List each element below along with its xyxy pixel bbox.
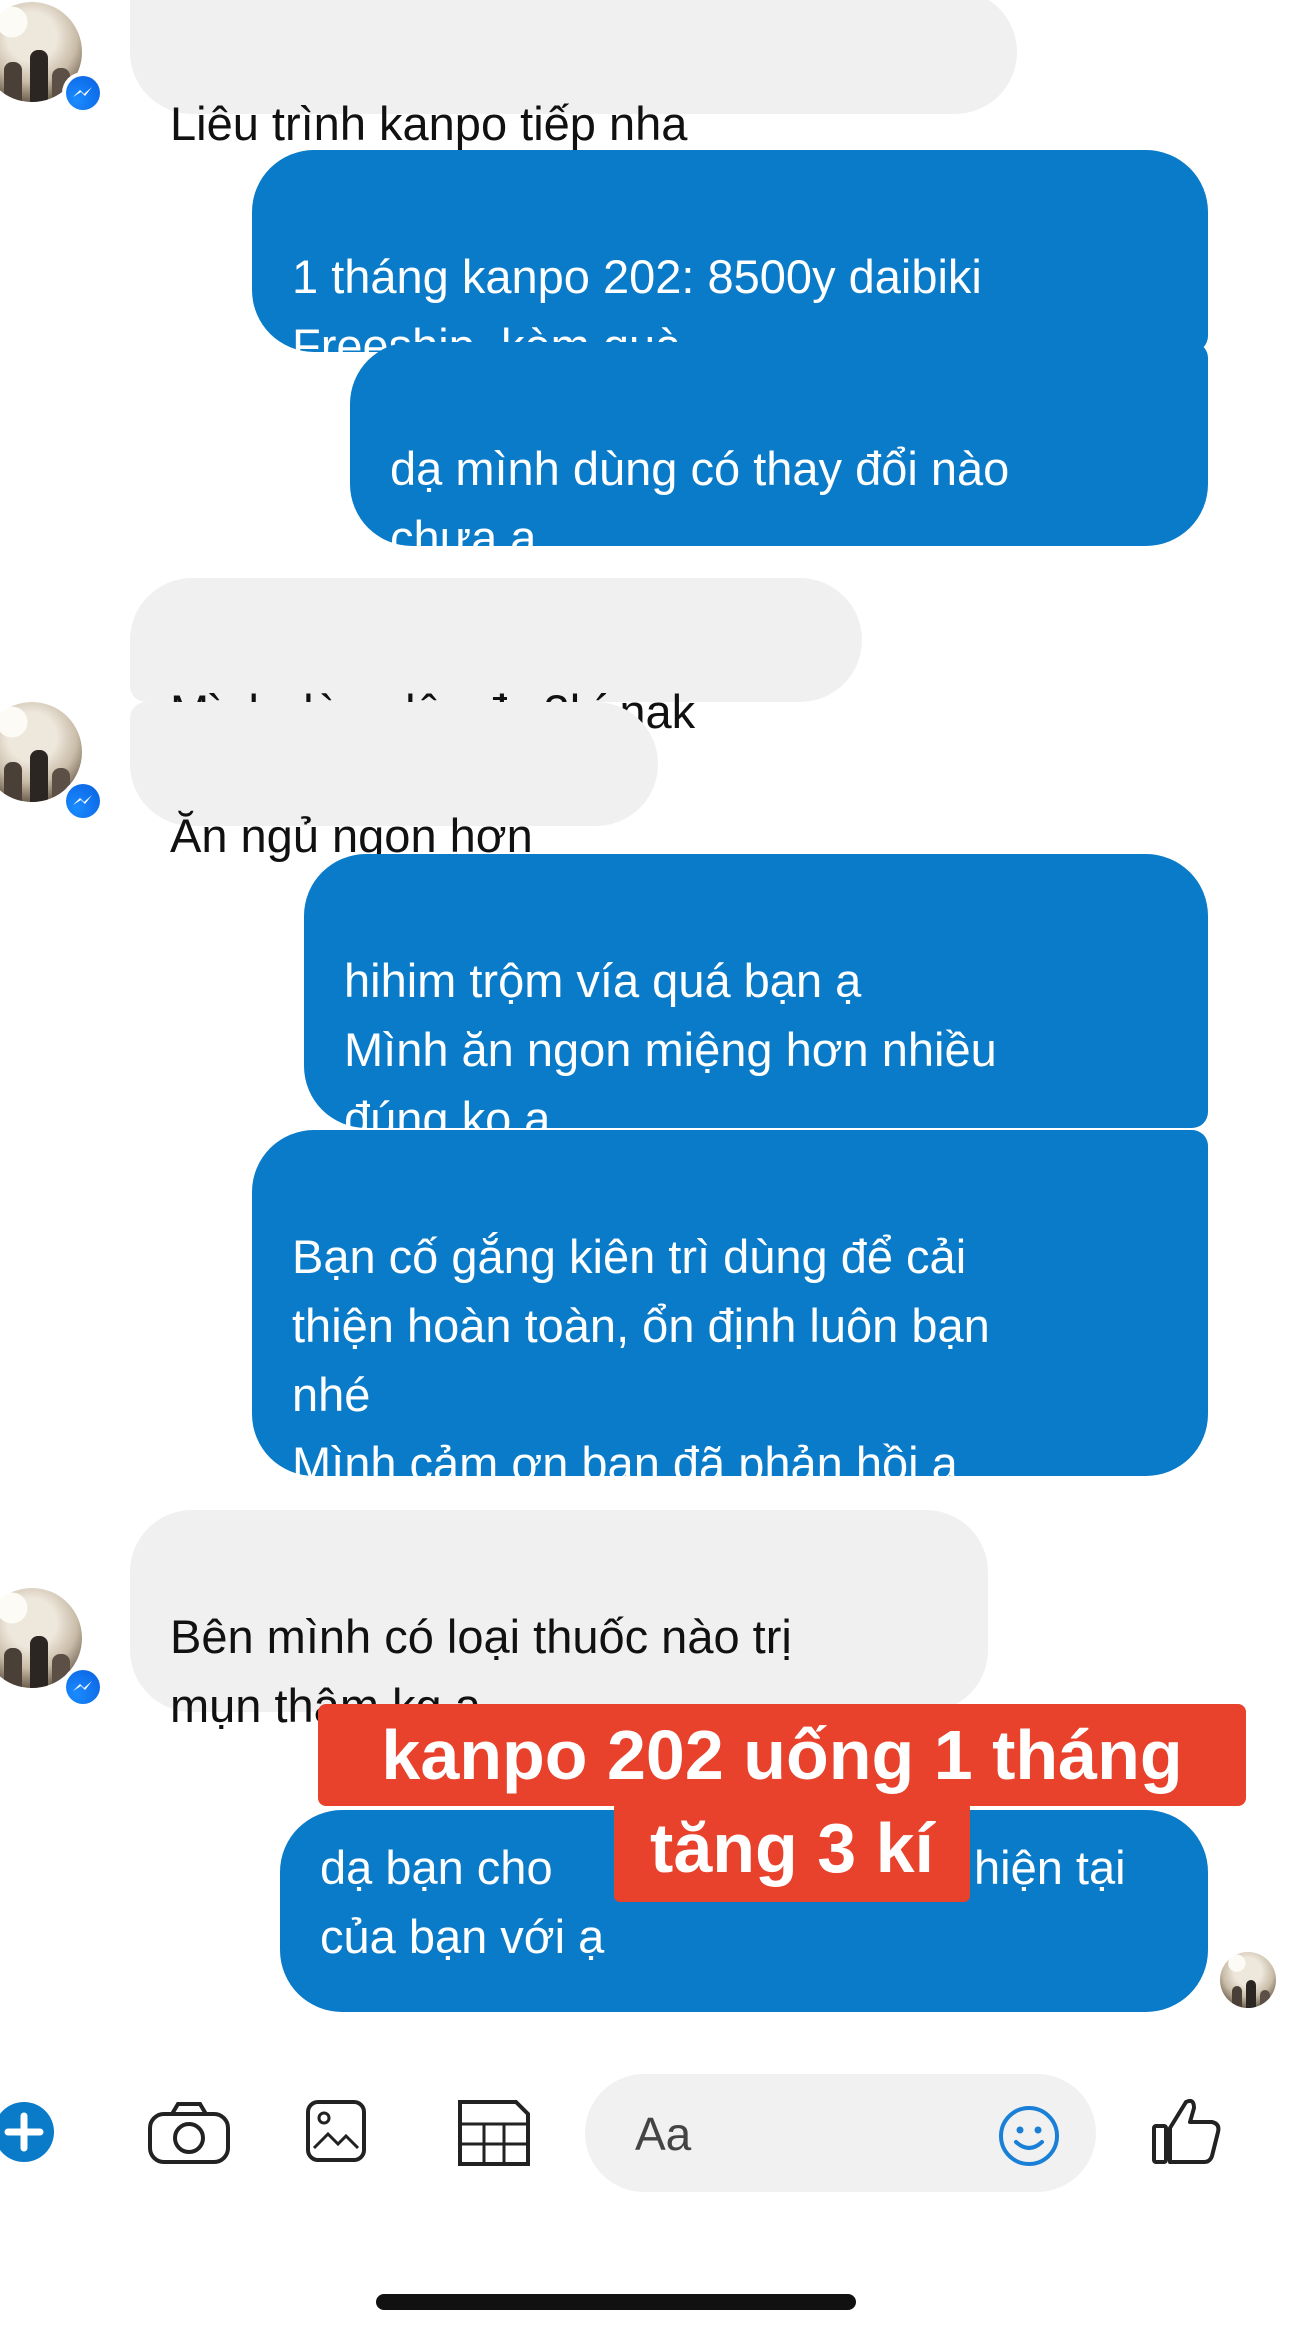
message-incoming[interactable]: Ăn ngủ ngon hơn (130, 702, 658, 862)
seen-avatar (1220, 1952, 1276, 2008)
message-text: Liêu trình kanpo tiếp nha (170, 97, 688, 150)
messenger-badge-icon (62, 72, 104, 114)
message-outgoing[interactable]: 1 tháng kanpo 202: 8500y daibiki Freeshi… (252, 150, 1208, 372)
messenger-badge-icon (62, 1666, 104, 1708)
message-text: dạ mình dùng có thay đổi nào chưa ạ (390, 442, 1010, 564)
message-text: Bạn cố gắng kiên trì dùng để cải thiện h… (292, 1230, 990, 1490)
image-icon[interactable] (304, 2096, 368, 2171)
input-placeholder: Aa (635, 2108, 692, 2160)
sticker-icon[interactable] (454, 2090, 534, 2175)
camera-icon[interactable] (146, 2100, 232, 2171)
message-text-part2: hiện tại (974, 1841, 1126, 1894)
message-outgoing[interactable]: Bạn cố gắng kiên trì dùng để cải thiện h… (252, 1130, 1208, 1490)
promo-overlay-line1: kanpo 202 uống 1 tháng (318, 1704, 1246, 1806)
message-text-line2: của bạn với ạ (320, 1910, 605, 1963)
plus-icon[interactable] (0, 2100, 56, 2169)
message-text-part1: dạ bạn cho (320, 1841, 553, 1894)
message-incoming[interactable]: Bên mình có loại thuốc nào trị mụn thâm … (130, 1510, 988, 1732)
home-indicator (376, 2294, 856, 2310)
message-text: hihim trộm vía quá bạn ạ Mình ăn ngon mi… (344, 954, 997, 1145)
emoji-icon[interactable] (997, 2104, 1061, 2168)
message-incoming[interactable]: Liêu trình kanpo tiếp nha (130, 0, 1017, 150)
thumbs-up-icon[interactable] (1148, 2092, 1228, 2177)
promo-overlay-line2: tăng 3 kí (614, 1802, 970, 1902)
message-input[interactable]: Aa (585, 2074, 1096, 2192)
message-incoming[interactable]: Mình dùng lên đc 3kí nak (130, 578, 862, 738)
messenger-badge-icon (62, 780, 104, 822)
message-outgoing[interactable]: dạ mình dùng có thay đổi nào chưa ạ (350, 342, 1208, 564)
message-outgoing[interactable]: hihim trộm vía quá bạn ạ Mình ăn ngon mi… (304, 854, 1208, 1145)
